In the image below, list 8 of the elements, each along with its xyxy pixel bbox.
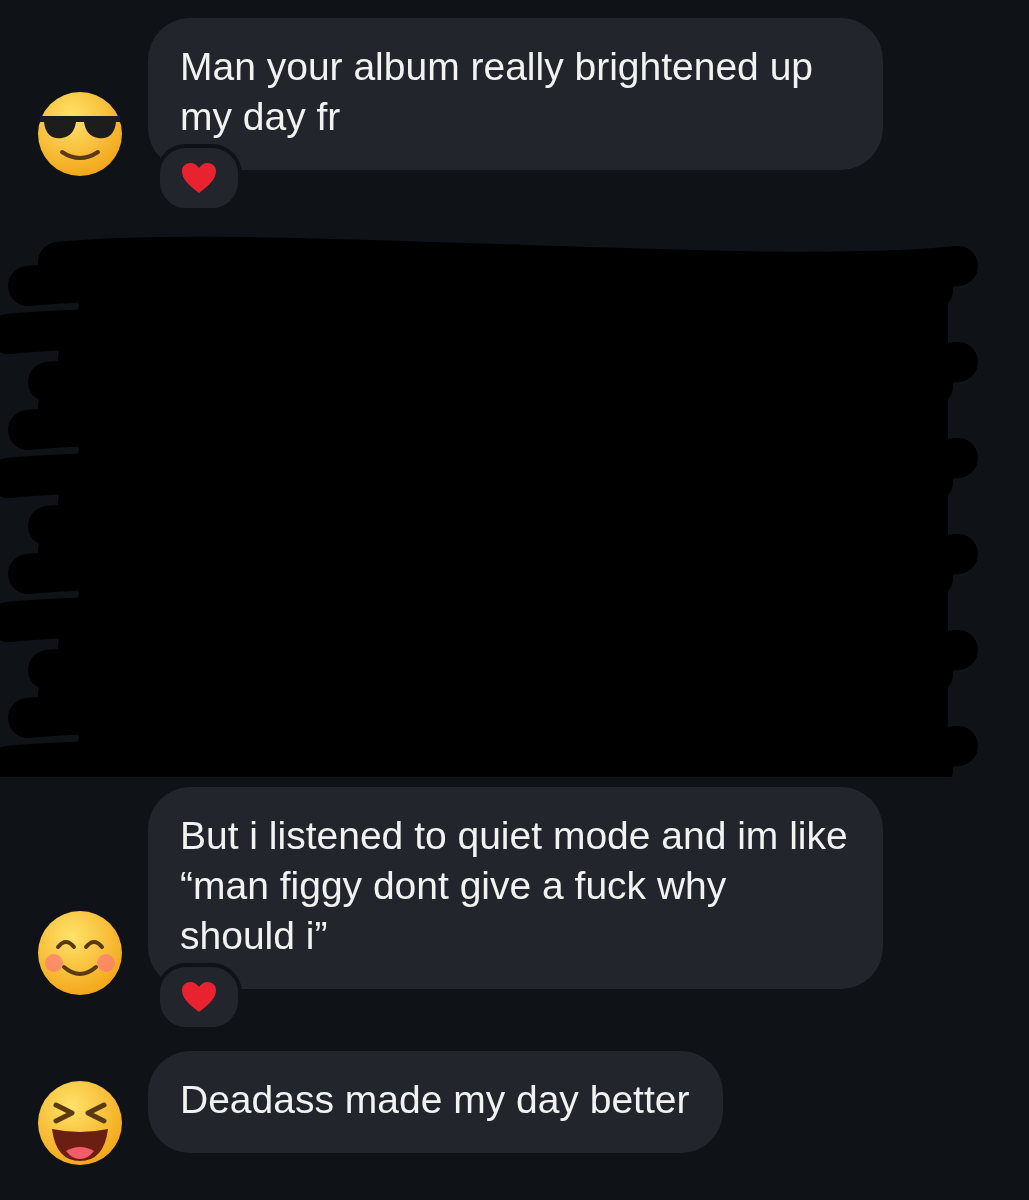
message-bubble: Man your album really brightened up my day fr	[148, 18, 883, 170]
blush-emoji-icon	[36, 909, 124, 997]
message-bubble: But i listened to quiet mode and im like “man figgy dont give a fuck why should i”	[148, 787, 883, 989]
message-bubble: Deadass made my day better	[148, 1051, 724, 1153]
heart-icon	[181, 162, 217, 194]
heart-icon	[181, 981, 217, 1013]
sunglasses-emoji-icon	[36, 90, 124, 178]
laugh-emoji-icon	[36, 1079, 124, 1167]
